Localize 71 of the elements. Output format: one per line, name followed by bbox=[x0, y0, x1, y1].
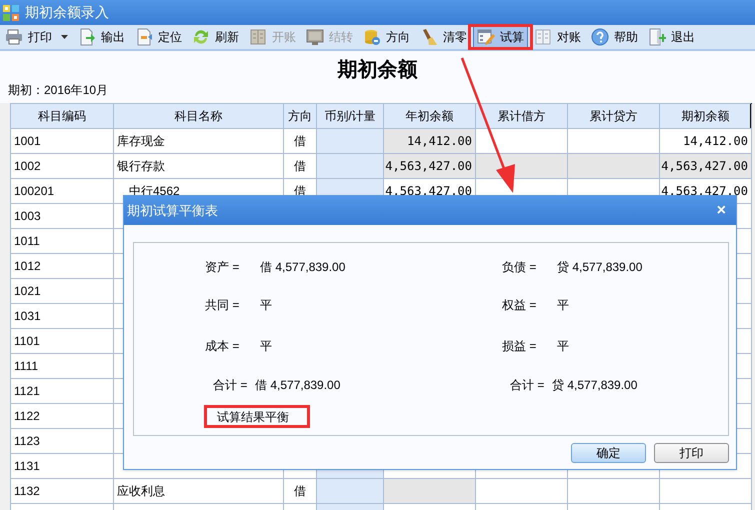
table-cell: 4,563,427.00 bbox=[660, 154, 752, 179]
table-cell: 1121 bbox=[11, 379, 114, 404]
balance-value: 借 4,577,839.00 bbox=[255, 377, 340, 394]
app-logo-icon bbox=[2, 4, 20, 22]
balance-label: 负债 = bbox=[502, 259, 536, 276]
table-cell: 1101 bbox=[11, 329, 114, 354]
table-cell: 1111 bbox=[11, 354, 114, 379]
table-cell: 1122 bbox=[11, 404, 114, 429]
table-cell: 1002 bbox=[11, 154, 114, 179]
table-cell: 1132 bbox=[11, 479, 114, 504]
balance-value: 平 bbox=[260, 338, 272, 355]
table-cell: 14,412.00 bbox=[384, 129, 476, 154]
balance-label: 成本 = bbox=[205, 338, 240, 355]
balance-label: 损益 = bbox=[502, 338, 536, 355]
balance-label: 合计 = bbox=[213, 377, 248, 394]
table-cell bbox=[317, 154, 384, 179]
print-button[interactable]: 打印 bbox=[654, 443, 729, 463]
table-cell: 借 bbox=[284, 154, 317, 179]
coin-stack-icon bbox=[363, 28, 381, 46]
table-cell: 1001 bbox=[11, 129, 114, 154]
balance-label: 合计 = bbox=[510, 377, 544, 394]
table-cell: 4,563,427.00 bbox=[384, 154, 476, 179]
table-cell: 借 bbox=[284, 479, 317, 504]
annotation-box bbox=[468, 24, 533, 50]
export-document-icon bbox=[78, 28, 96, 46]
toolbar-button[interactable]: 刷新 bbox=[188, 25, 243, 49]
table-cell: 库存现金 bbox=[114, 129, 284, 154]
balance-label: 权益 = bbox=[502, 297, 536, 314]
dialog-title: 期初试算平衡表 bbox=[127, 202, 218, 220]
toolbar-button[interactable]: 定位 bbox=[131, 25, 186, 49]
balance-value: 平 bbox=[557, 338, 569, 355]
toolbar-button[interactable]: 输出 bbox=[74, 25, 129, 49]
ledger-icon bbox=[534, 28, 552, 46]
table-cell: 1131 bbox=[11, 454, 114, 479]
help-icon bbox=[591, 28, 609, 46]
balance-label: 资产 = bbox=[205, 259, 240, 276]
balance-value: 贷 4,577,839.00 bbox=[552, 377, 638, 394]
window-title: 期初余额录入 bbox=[25, 3, 109, 22]
broom-icon bbox=[420, 28, 438, 46]
table-cell: 1011 bbox=[11, 229, 114, 254]
table-cell: 银行存款 bbox=[114, 154, 284, 179]
toolbar-button[interactable]: 清零 bbox=[416, 25, 471, 49]
balance-label: 共同 = bbox=[205, 297, 240, 314]
toolbar-button[interactable]: 帮助 bbox=[587, 25, 642, 49]
ledger-icon bbox=[249, 28, 267, 46]
table-cell: 1021 bbox=[11, 279, 114, 304]
table-cell: 1012 bbox=[11, 254, 114, 279]
period-label: 期初：2016年10月 bbox=[8, 83, 108, 97]
balance-value: 贷 4,577,839.00 bbox=[557, 259, 642, 276]
balance-value: 平 bbox=[557, 297, 569, 314]
toolbar-button[interactable]: 打印 bbox=[1, 25, 72, 49]
balance-value: 平 bbox=[260, 297, 272, 314]
table-cell: 应收利息 bbox=[114, 479, 284, 504]
toolbar-button[interactable]: 对账 bbox=[530, 25, 585, 49]
printer-icon bbox=[5, 28, 23, 46]
toolbar-button[interactable]: 方向 bbox=[359, 25, 414, 49]
monitor-icon bbox=[306, 28, 324, 46]
table-cell: 1003 bbox=[11, 204, 114, 229]
calculator-pencil-icon bbox=[477, 28, 495, 46]
toolbar-button[interactable]: 退出 bbox=[644, 25, 699, 49]
ok-button[interactable]: 确定 bbox=[571, 443, 646, 463]
table-cell: 14,412.00 bbox=[660, 129, 752, 154]
exit-icon bbox=[648, 28, 666, 46]
result-text: 试算结果平衡 bbox=[204, 405, 310, 428]
table-cell: 1031 bbox=[11, 304, 114, 329]
report-title: 期初余额 bbox=[338, 58, 418, 83]
table-cell: 100201 bbox=[11, 179, 114, 204]
balance-value: 借 4,577,839.00 bbox=[260, 259, 346, 276]
refresh-icon bbox=[192, 28, 210, 46]
table-cell: 借 bbox=[284, 129, 317, 154]
table-cell: 1123 bbox=[11, 429, 114, 454]
